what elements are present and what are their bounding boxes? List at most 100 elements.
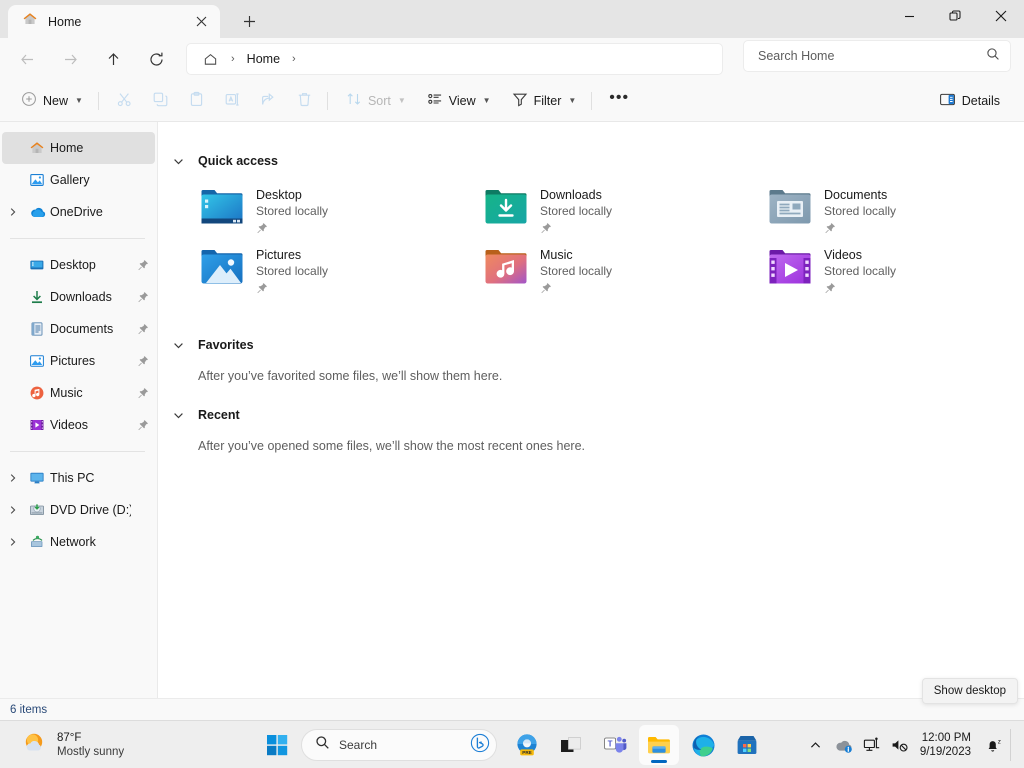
sidebar-item-documents[interactable]: Documents — [2, 313, 155, 345]
section-header-recent[interactable]: Recent — [158, 400, 1024, 430]
details-pane-button[interactable]: Details — [930, 85, 1009, 117]
chevron-right-icon[interactable] — [2, 537, 24, 547]
sidebar-item-dvd-drive-d-ccc[interactable]: DVD Drive (D:) CCC — [2, 494, 155, 526]
sidebar-item-network[interactable]: Network — [2, 526, 155, 558]
chevron-right-icon[interactable] — [2, 207, 24, 217]
browser-tab-home[interactable]: Home — [8, 5, 220, 38]
delete-button[interactable] — [288, 85, 321, 117]
copy-button[interactable] — [144, 85, 177, 117]
new-tab-button[interactable] — [234, 6, 264, 36]
microsoft-store-icon[interactable] — [727, 725, 767, 765]
sort-button[interactable]: Sort ▼ — [337, 85, 415, 117]
documents-icon — [24, 321, 50, 337]
quick-access-item[interactable]: Desktop Stored locally — [182, 182, 466, 242]
notification-bell-dnd-icon[interactable]: z — [980, 728, 1006, 762]
pin-icon[interactable] — [540, 281, 612, 299]
pin-icon[interactable] — [256, 281, 328, 299]
tab-title: Home — [48, 14, 82, 29]
taskbar-search-box[interactable]: Search — [301, 729, 497, 761]
quick-access-item[interactable]: Documents Stored locally — [750, 182, 1024, 242]
section-header-favorites[interactable]: Favorites — [158, 330, 1024, 360]
breadcrumb-current[interactable]: Home — [243, 52, 284, 66]
file-explorer-icon[interactable] — [639, 725, 679, 765]
pin-icon[interactable] — [824, 281, 896, 299]
chevron-down-icon[interactable] — [158, 155, 198, 168]
forward-button[interactable] — [53, 43, 87, 75]
chevron-down-icon[interactable] — [158, 409, 198, 422]
address-bar[interactable]: › Home › — [186, 43, 723, 75]
paste-button[interactable] — [180, 85, 213, 117]
sidebar-item-desktop[interactable]: Desktop — [2, 249, 155, 281]
sidebar-item-onedrive[interactable]: OneDrive — [2, 196, 155, 228]
show-hidden-icons-chevron-icon[interactable] — [803, 728, 829, 762]
breadcrumb-home-icon[interactable] — [197, 47, 223, 71]
microsoft-edge-icon[interactable] — [683, 725, 723, 765]
close-tab-icon[interactable] — [190, 11, 212, 33]
file-explorer-window: Home › Home › Search Home New ▼ Sort ▼ V… — [0, 0, 1024, 768]
onedrive-tray-icon[interactable] — [831, 728, 857, 762]
pin-icon[interactable] — [131, 419, 155, 431]
sidebar-item-downloads[interactable]: Downloads — [2, 281, 155, 313]
filter-button[interactable]: Filter ▼ — [503, 85, 586, 117]
pin-icon[interactable] — [256, 221, 328, 239]
clock[interactable]: 12:00 PM 9/19/2023 — [915, 731, 978, 759]
search-icon[interactable] — [986, 47, 1000, 66]
microsoft-teams-icon[interactable]: T — [595, 725, 635, 765]
pin-icon[interactable] — [131, 355, 155, 367]
chevron-down-icon[interactable] — [158, 339, 198, 352]
cut-button[interactable] — [108, 85, 141, 117]
sidebar-item-music[interactable]: Music — [2, 377, 155, 409]
section-header-quick-access[interactable]: Quick access — [158, 146, 1024, 176]
bing-chat-icon[interactable] — [470, 733, 490, 758]
section-title: Quick access — [198, 154, 278, 168]
dvd-icon — [24, 502, 50, 518]
up-button[interactable] — [96, 43, 130, 75]
back-button[interactable] — [10, 43, 44, 75]
view-button[interactable]: View ▼ — [418, 85, 500, 117]
breadcrumb-separator-end[interactable]: › — [287, 53, 301, 65]
pin-icon[interactable] — [131, 323, 155, 335]
quick-access-item[interactable]: Downloads Stored locally — [466, 182, 750, 242]
quick-access-item-meta: Music Stored locally — [540, 246, 612, 299]
close-window-button[interactable] — [978, 0, 1024, 32]
sidebar-item-this-pc[interactable]: This PC — [2, 462, 155, 494]
chevron-down-icon: ▼ — [75, 96, 83, 105]
task-view-icon[interactable] — [551, 725, 591, 765]
quick-access-item[interactable]: Videos Stored locally — [750, 242, 1024, 302]
show-desktop-button[interactable] — [1010, 729, 1016, 761]
pin-icon[interactable] — [131, 291, 155, 303]
sidebar-item-pictures[interactable]: Pictures — [2, 345, 155, 377]
content-area: Quick access Desktop Stored locally Downl… — [158, 122, 1024, 698]
sidebar-item-label: Documents — [50, 322, 114, 336]
minimize-button[interactable] — [886, 0, 932, 32]
chevron-down-icon: ▼ — [568, 96, 577, 105]
sidebar-item-videos[interactable]: Videos — [2, 409, 155, 441]
start-button[interactable] — [257, 725, 297, 765]
quick-access-item[interactable]: Pictures Stored locally — [182, 242, 466, 302]
pin-icon[interactable] — [131, 259, 155, 271]
quick-access-item-status: Stored locally — [256, 264, 329, 278]
scissors-icon — [116, 91, 133, 111]
sidebar-item-home[interactable]: Home — [2, 132, 155, 164]
pin-icon[interactable] — [131, 387, 155, 399]
search-input[interactable]: Search Home — [743, 40, 1011, 72]
share-button[interactable] — [252, 85, 285, 117]
volume-muted-tray-icon[interactable] — [887, 728, 913, 762]
chevron-right-icon[interactable] — [2, 473, 24, 483]
rename-button[interactable] — [216, 85, 249, 117]
see-more-button[interactable]: ••• — [601, 85, 637, 117]
network-tray-icon[interactable] — [859, 728, 885, 762]
new-button[interactable]: New ▼ — [12, 85, 92, 117]
refresh-button[interactable] — [139, 43, 173, 75]
clipboard-icon — [188, 91, 205, 111]
copilot-preview-icon[interactable]: PRE — [507, 725, 547, 765]
sidebar-item-gallery[interactable]: Gallery — [2, 164, 155, 196]
quick-access-item[interactable]: Music Stored locally — [466, 242, 750, 302]
navigation-pane[interactable]: Home Gallery OneDrive Desktop Downloads Docum… — [0, 122, 158, 698]
quick-access-item-name: Pictures — [256, 248, 302, 262]
chevron-right-icon[interactable] — [2, 505, 24, 515]
maximize-restore-button[interactable] — [932, 0, 978, 32]
pin-icon[interactable] — [540, 221, 612, 239]
pin-icon[interactable] — [824, 221, 896, 239]
chevron-down-icon: ▼ — [482, 96, 491, 105]
